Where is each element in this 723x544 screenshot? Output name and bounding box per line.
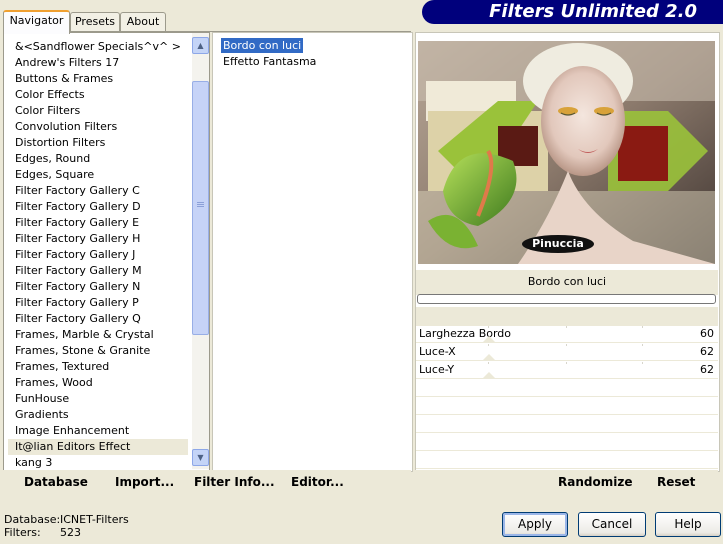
- app-title: Filters Unlimited 2.0: [489, 1, 697, 22]
- slider-knob[interactable]: [482, 336, 496, 343]
- category-item[interactable]: Color Effects: [8, 87, 188, 103]
- database-button[interactable]: Database: [24, 475, 88, 489]
- category-item[interactable]: Filter Factory Gallery E: [8, 215, 188, 231]
- slider-tick: [566, 362, 567, 364]
- tab-navigator[interactable]: Navigator: [3, 10, 70, 34]
- progress-bar: [417, 294, 716, 304]
- scroll-up-button[interactable]: ▲: [192, 37, 209, 54]
- param-row-empty: [416, 451, 718, 469]
- category-item[interactable]: Distortion Filters: [8, 135, 188, 151]
- param-row-empty: [416, 397, 718, 415]
- tab-presets[interactable]: Presets: [70, 12, 120, 32]
- category-item[interactable]: Filter Factory Gallery J: [8, 247, 188, 263]
- category-item[interactable]: kang 3: [8, 455, 188, 471]
- editor-button[interactable]: Editor...: [291, 475, 344, 489]
- category-item[interactable]: Buttons & Frames: [8, 71, 188, 87]
- category-item[interactable]: Filter Factory Gallery P: [8, 295, 188, 311]
- slider-tick: [642, 326, 643, 328]
- slider-knob[interactable]: [482, 354, 496, 361]
- param-value: 62: [700, 345, 714, 358]
- randomize-button[interactable]: Randomize: [558, 475, 632, 489]
- filter-list-panel: Bordo con luci Effetto Fantasma: [212, 32, 413, 472]
- param-label: Luce-X: [419, 345, 456, 358]
- import-button[interactable]: Import...: [115, 475, 174, 489]
- category-item[interactable]: Filter Factory Gallery H: [8, 231, 188, 247]
- reset-button[interactable]: Reset: [657, 475, 695, 489]
- slider-tick: [642, 362, 643, 364]
- category-item-selected[interactable]: It@lian Editors Effect: [8, 439, 188, 455]
- param-label: Luce-Y: [419, 363, 455, 376]
- filters-count: 523: [60, 526, 81, 539]
- category-item[interactable]: Frames, Marble & Crystal: [8, 327, 188, 343]
- category-item[interactable]: Filter Factory Gallery M: [8, 263, 188, 279]
- status-area: Database:ICNET-Filters Filters: 523: [4, 513, 129, 539]
- category-item[interactable]: FunHouse: [8, 391, 188, 407]
- filters-label: Filters:: [4, 526, 41, 539]
- cancel-button[interactable]: Cancel: [578, 512, 646, 537]
- category-item[interactable]: Filter Factory Gallery C: [8, 183, 188, 199]
- category-item[interactable]: Edges, Square: [8, 167, 188, 183]
- param-row-empty: [416, 379, 718, 397]
- param-label: Larghezza Bordo: [419, 327, 512, 340]
- param-value: 62: [700, 363, 714, 376]
- category-item[interactable]: &<Sandflower Specials^v^ >: [8, 39, 188, 55]
- preview-artwork: [418, 41, 715, 264]
- parameter-header-strip: [416, 307, 718, 326]
- category-item[interactable]: Color Filters: [8, 103, 188, 119]
- app-title-banner: Filters Unlimited 2.0: [422, 0, 723, 24]
- param-row-luce-y[interactable]: Luce-Y 62: [416, 361, 718, 379]
- category-list[interactable]: &<Sandflower Specials^v^ > Andrew's Filte…: [8, 39, 188, 471]
- category-item[interactable]: Gradients: [8, 407, 188, 423]
- tab-about[interactable]: About: [120, 12, 166, 32]
- slider-tick: [566, 344, 567, 346]
- scrollbar-thumb[interactable]: [192, 81, 209, 335]
- filter-item-selected[interactable]: Bordo con luci: [221, 38, 304, 53]
- filter-item[interactable]: Effetto Fantasma: [221, 54, 318, 69]
- category-item[interactable]: Edges, Round: [8, 151, 188, 167]
- apply-button[interactable]: Apply: [502, 512, 568, 537]
- slider-tick: [488, 362, 489, 364]
- category-item[interactable]: Frames, Stone & Granite: [8, 343, 188, 359]
- category-item[interactable]: Frames, Wood: [8, 375, 188, 391]
- category-scrollbar[interactable]: ▲ ▼: [192, 33, 209, 469]
- filter-title: Bordo con luci: [416, 270, 718, 295]
- category-item[interactable]: Convolution Filters: [8, 119, 188, 135]
- param-row-luce-x[interactable]: Luce-X 62: [416, 343, 718, 361]
- slider-tick: [488, 326, 489, 328]
- slider-tick: [488, 344, 489, 346]
- preview-image: Pinuccia: [418, 41, 715, 264]
- slider-knob[interactable]: [482, 372, 496, 379]
- category-item[interactable]: Filter Factory Gallery D: [8, 199, 188, 215]
- param-row-empty: [416, 433, 718, 451]
- left-action-bar: Database Import... Filter Info... Editor…: [3, 470, 411, 495]
- category-list-panel: &<Sandflower Specials^v^ > Andrew's Filte…: [3, 32, 210, 472]
- param-value: 60: [700, 327, 714, 340]
- category-item[interactable]: Filter Factory Gallery Q: [8, 311, 188, 327]
- category-item[interactable]: Filter Factory Gallery N: [8, 279, 188, 295]
- slider-tick: [642, 344, 643, 346]
- scroll-down-button[interactable]: ▼: [192, 449, 209, 466]
- database-value: ICNET-Filters: [60, 513, 129, 526]
- right-action-bar: Randomize Reset: [415, 470, 718, 495]
- category-item[interactable]: Frames, Textured: [8, 359, 188, 375]
- param-row-larghezza-bordo[interactable]: Larghezza Bordo 60: [416, 325, 718, 343]
- category-item[interactable]: Image Enhancement: [8, 423, 188, 439]
- database-label: Database:: [4, 513, 61, 526]
- param-row-empty: [416, 415, 718, 433]
- help-button[interactable]: Help: [655, 512, 721, 537]
- slider-tick: [566, 326, 567, 328]
- category-item[interactable]: Andrew's Filters 17: [8, 55, 188, 71]
- filter-info-button[interactable]: Filter Info...: [194, 475, 275, 489]
- preview-watermark: Pinuccia: [532, 237, 584, 250]
